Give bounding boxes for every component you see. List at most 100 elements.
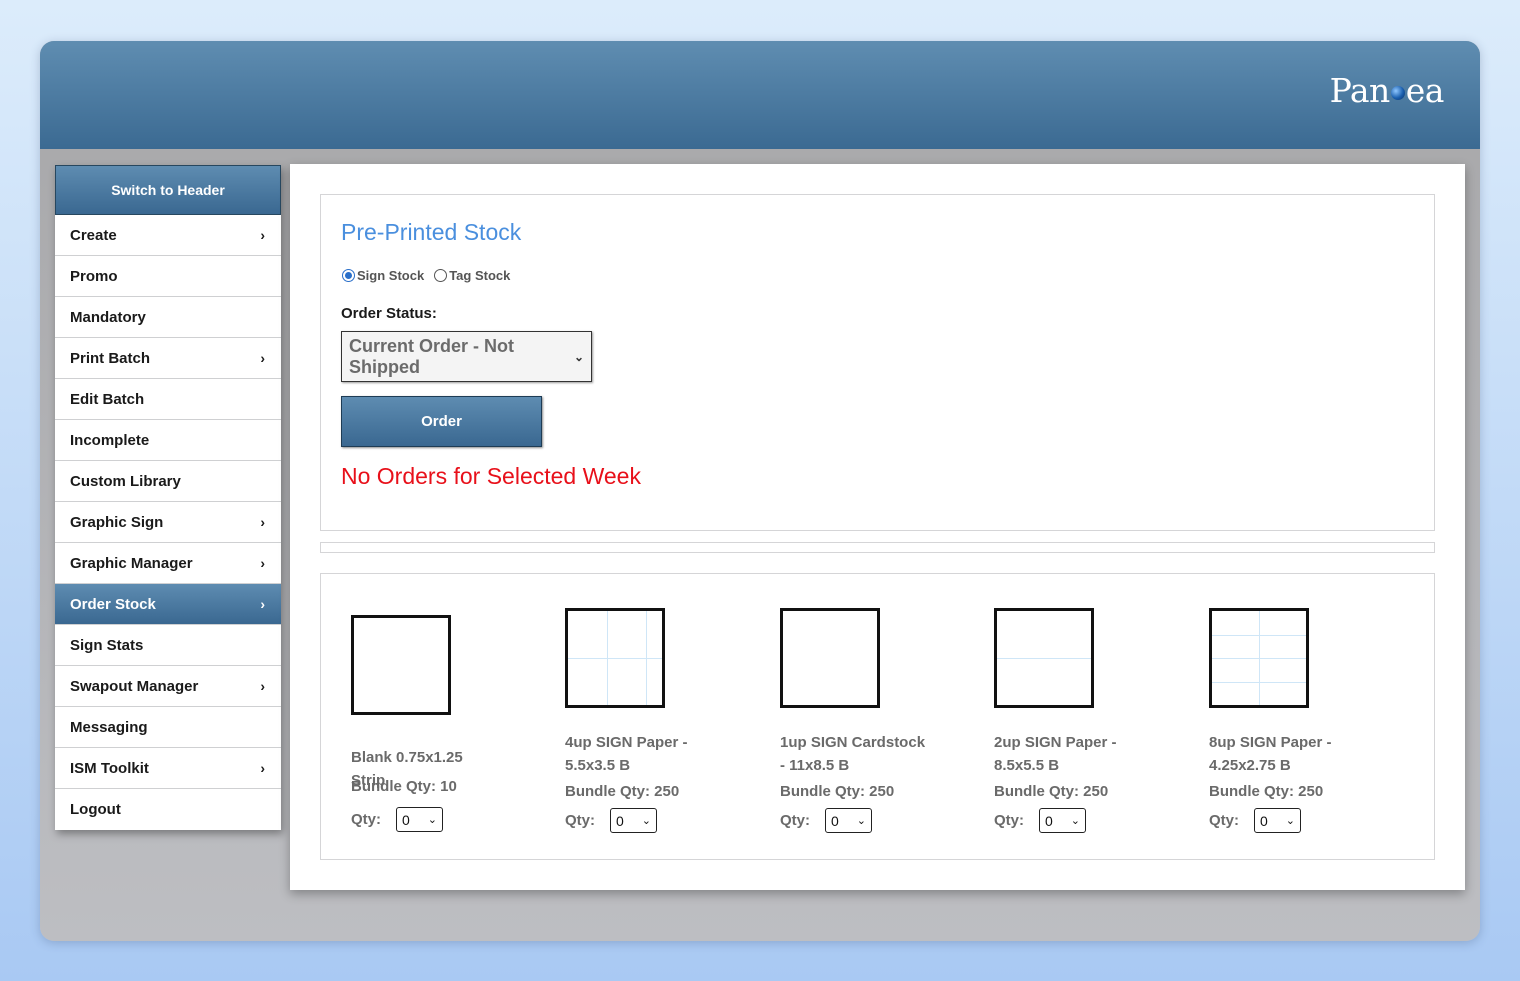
sidebar-item-label: Messaging xyxy=(70,718,148,736)
qty-select[interactable]: 0 ⌄ xyxy=(396,807,443,832)
nav-list: Create › Promo Mandatory Print Batch › Edit Ba… xyxy=(55,215,281,830)
sidebar-item-swapout-manager[interactable]: Swapout Manager › xyxy=(55,666,281,707)
chevron-down-icon: ⌄ xyxy=(856,815,866,827)
sidebar-item-incomplete[interactable]: Incomplete xyxy=(55,420,281,461)
sidebar-item-label: Graphic Sign xyxy=(70,513,164,531)
product-tile: 4up SIGN Paper - 5.5x3.5 B Bundle Qty: 25… xyxy=(565,574,725,859)
product-thumbnail xyxy=(780,608,880,708)
qty-value: 0 xyxy=(831,812,839,829)
sidebar-item-label: Order Stock xyxy=(70,595,156,613)
product-bundle-qty: Bundle Qty: 10 xyxy=(351,778,457,795)
sidebar-item-ism-toolkit[interactable]: ISM Toolkit › xyxy=(55,748,281,789)
qty-row: Qty: 0 ⌄ xyxy=(1209,808,1301,833)
product-thumbnail xyxy=(351,615,451,715)
chevron-down-icon: ⌄ xyxy=(641,815,651,827)
qty-select[interactable]: 0 ⌄ xyxy=(1254,808,1301,833)
qty-select[interactable]: 0 ⌄ xyxy=(825,808,872,833)
chevron-right-icon: › xyxy=(260,350,265,366)
product-thumbnail xyxy=(565,608,665,708)
product-bundle-qty: Bundle Qty: 250 xyxy=(780,783,895,800)
order-status-value: Current Order - Not Shipped xyxy=(349,335,515,377)
sidebar-item-print-batch[interactable]: Print Batch › xyxy=(55,338,281,379)
sign-stock-label: Sign Stock xyxy=(357,268,425,283)
tag-stock-label: Tag Stock xyxy=(449,268,511,283)
sidebar-item-custom-library[interactable]: Custom Library xyxy=(55,461,281,502)
sidebar-item-sign-stats[interactable]: Sign Stats xyxy=(55,625,281,666)
sidebar-item-promo[interactable]: Promo xyxy=(55,256,281,297)
sidebar-item-label: Print Batch xyxy=(70,349,151,367)
no-orders-message: No Orders for Selected Week xyxy=(341,463,641,489)
qty-value: 0 xyxy=(1045,812,1053,829)
product-tile: 2up SIGN Paper - 8.5x5.5 B Bundle Qty: 25… xyxy=(994,574,1154,859)
sidebar-item-label: Logout xyxy=(70,801,121,818)
qty-label: Qty: xyxy=(780,812,810,829)
product-bundle-qty: Bundle Qty: 250 xyxy=(565,783,680,800)
product-tile: 8up SIGN Paper - 4.25x2.75 B Bundle Qty: … xyxy=(1209,574,1369,859)
sidebar-item-label: Create xyxy=(70,226,117,244)
qty-label: Qty: xyxy=(351,811,381,828)
chevron-right-icon: › xyxy=(260,514,265,530)
qty-row: Qty: 0 ⌄ xyxy=(780,808,872,833)
qty-value: 0 xyxy=(616,812,624,829)
sidebar-item-mandatory[interactable]: Mandatory xyxy=(55,297,281,338)
order-button[interactable]: Order xyxy=(341,396,542,447)
sidebar-item-label: Custom Library xyxy=(70,472,181,490)
qty-row: Qty: 0 ⌄ xyxy=(565,808,657,833)
products-card: Blank 0.75x1.25 Strip Bundle Qty: 10 Qty: 0… xyxy=(320,573,1435,860)
qty-label: Qty: xyxy=(994,812,1024,829)
switch-to-header-button[interactable]: Switch to Header xyxy=(55,165,281,215)
product-tile: 1up SIGN Cardstock - 11x8.5 B Bundle Qty:… xyxy=(780,574,940,859)
qty-row: Qty: 0 ⌄ xyxy=(994,808,1086,833)
product-tile: Blank 0.75x1.25 Strip Bundle Qty: 10 Qty: 0… xyxy=(351,574,511,859)
product-thumbnail xyxy=(1209,608,1309,708)
order-status-select[interactable]: Current Order - Not Shipped ⌄ xyxy=(341,331,592,382)
sidebar-item-label: Swapout Manager xyxy=(70,677,199,695)
qty-value: 0 xyxy=(1260,812,1268,829)
sidebar-item-label: Sign Stats xyxy=(70,636,144,654)
chevron-down-icon: ⌄ xyxy=(1285,815,1295,827)
product-bundle-qty: Bundle Qty: 250 xyxy=(1209,783,1324,800)
chevron-right-icon: › xyxy=(260,760,265,776)
qty-select[interactable]: 0 ⌄ xyxy=(610,808,657,833)
sidebar-item-create[interactable]: Create › xyxy=(55,215,281,256)
qty-row: Qty: 0 ⌄ xyxy=(351,807,443,832)
radio-selected-icon xyxy=(342,269,355,282)
sign-stock-radio[interactable]: Sign Stock xyxy=(342,268,424,283)
sidebar-item-graphic-manager[interactable]: Graphic Manager › xyxy=(55,543,281,584)
sidebar-item-messaging[interactable]: Messaging xyxy=(55,707,281,748)
product-name: 1up SIGN Cardstock - 11x8.5 B xyxy=(780,734,926,774)
sidebar-item-label: Promo xyxy=(70,267,118,285)
divider-bar xyxy=(320,542,1435,553)
app-window: Pan ea Switch to Header Create › Promo Manda… xyxy=(40,41,1480,941)
order-status-label: Order Status: xyxy=(341,305,437,322)
main-panel: Pre-Printed Stock Sign Stock Tag Stock O… xyxy=(290,164,1465,890)
sidebar-item-edit-batch[interactable]: Edit Batch xyxy=(55,379,281,420)
sidebar-item-graphic-sign[interactable]: Graphic Sign › xyxy=(55,502,281,543)
sidebar-item-label: ISM Toolkit xyxy=(70,759,149,777)
sidebar-item-order-stock[interactable]: Order Stock › xyxy=(55,584,281,625)
page-title: Pre-Printed Stock xyxy=(341,219,522,245)
sidebar-item-label: Graphic Manager xyxy=(70,554,193,572)
qty-select[interactable]: 0 ⌄ xyxy=(1039,808,1086,833)
chevron-right-icon: › xyxy=(260,555,265,571)
sidebar-nav: Switch to Header Create › Promo Mandatory Pr… xyxy=(55,165,281,830)
tag-stock-radio[interactable]: Tag Stock xyxy=(434,268,510,283)
product-name: 4up SIGN Paper - 5.5x3.5 B xyxy=(565,734,688,774)
sidebar-item-logout[interactable]: Logout xyxy=(55,789,281,830)
chevron-right-icon: › xyxy=(260,227,265,243)
qty-label: Qty: xyxy=(1209,812,1239,829)
pangea-logo: Pan ea xyxy=(1329,71,1445,110)
stock-type-radio-group: Sign Stock Tag Stock xyxy=(342,268,510,283)
chevron-right-icon: › xyxy=(260,596,265,612)
top-header-bar: Pan ea xyxy=(40,41,1480,149)
sidebar-item-label: Incomplete xyxy=(70,431,150,449)
chevron-down-icon: ⌄ xyxy=(1070,815,1080,827)
chevron-down-icon: ⌄ xyxy=(427,814,437,826)
sidebar-item-label: Edit Batch xyxy=(70,390,145,408)
qty-label: Qty: xyxy=(565,812,595,829)
product-name: 8up SIGN Paper - 4.25x2.75 B xyxy=(1209,734,1332,774)
product-thumbnail xyxy=(994,608,1094,708)
product-bundle-qty: Bundle Qty: 250 xyxy=(994,783,1109,800)
qty-value: 0 xyxy=(402,811,410,828)
chevron-down-icon: ⌄ xyxy=(573,349,584,364)
